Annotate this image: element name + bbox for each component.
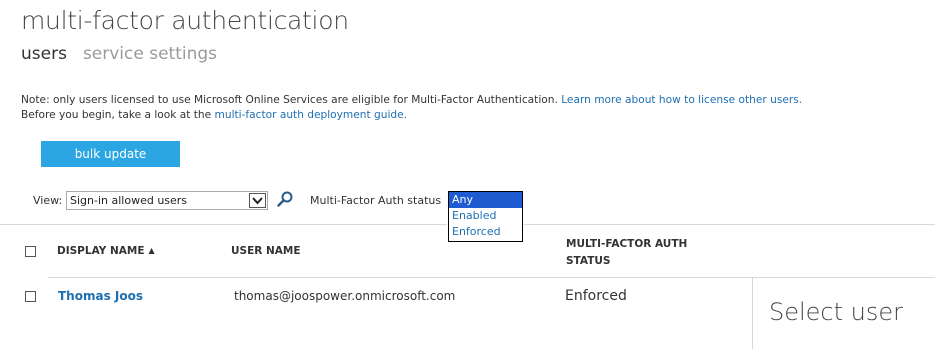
bulk-update-button[interactable]: bulk update (41, 141, 180, 167)
license-learn-more-link[interactable]: Learn more about how to license other us… (561, 94, 802, 106)
sort-ascending-icon: ▲ (148, 246, 155, 255)
view-label: View: (33, 194, 63, 207)
header-divider (48, 277, 935, 278)
license-note: Note: only users licensed to use Microso… (21, 93, 802, 123)
mfa-status-option-enabled[interactable]: Enabled (449, 208, 522, 224)
divider (0, 224, 447, 225)
user-display-name-link[interactable]: Thomas Joos (58, 289, 143, 303)
tab-users[interactable]: users (21, 44, 67, 64)
row-checkbox[interactable] (25, 291, 36, 302)
mfa-status-cell: Enforced (565, 288, 627, 304)
view-select[interactable]: Sign-in allowed users (66, 191, 268, 210)
mfa-status-option-enforced[interactable]: Enforced (449, 224, 522, 240)
subtabs: users service settings (21, 44, 217, 64)
chevron-down-icon[interactable] (249, 193, 266, 208)
note-line2-text: Before you begin, take a look at the (21, 109, 212, 121)
mfa-status-label: Multi-Factor Auth status (310, 194, 442, 207)
user-name-cell: thomas@joospower.onmicrosoft.com (234, 289, 456, 303)
mfa-page: multi-factor authentication users service… (0, 0, 935, 349)
column-header-display-name-label: DISPLAY NAME (57, 245, 145, 257)
column-header-user-name: USER NAME (231, 245, 301, 257)
search-icon[interactable] (276, 190, 294, 208)
view-select-value: Sign-in allowed users (70, 194, 188, 207)
column-header-display-name[interactable]: DISPLAY NAME ▲ (57, 245, 155, 257)
deployment-guide-link[interactable]: multi-factor auth deployment guide. (215, 109, 407, 121)
divider (524, 224, 935, 225)
column-header-mfa-status: MULTI-FACTOR AUTH STATUS (566, 236, 687, 270)
page-title: multi-factor authentication (21, 6, 349, 35)
select-all-checkbox[interactable] (25, 246, 36, 257)
mfa-status-dropdown[interactable]: Any Enabled Enforced (448, 191, 523, 242)
detail-panel-divider (752, 278, 753, 349)
detail-panel-select-user: Select user (769, 298, 904, 326)
column-header-mfa-status-line2: STATUS (566, 255, 611, 267)
mfa-status-option-any[interactable]: Any (449, 192, 522, 208)
note-line1-text: Note: only users licensed to use Microso… (21, 94, 558, 106)
tab-service-settings[interactable]: service settings (83, 44, 217, 64)
column-header-mfa-status-line1: MULTI-FACTOR AUTH (566, 238, 688, 250)
